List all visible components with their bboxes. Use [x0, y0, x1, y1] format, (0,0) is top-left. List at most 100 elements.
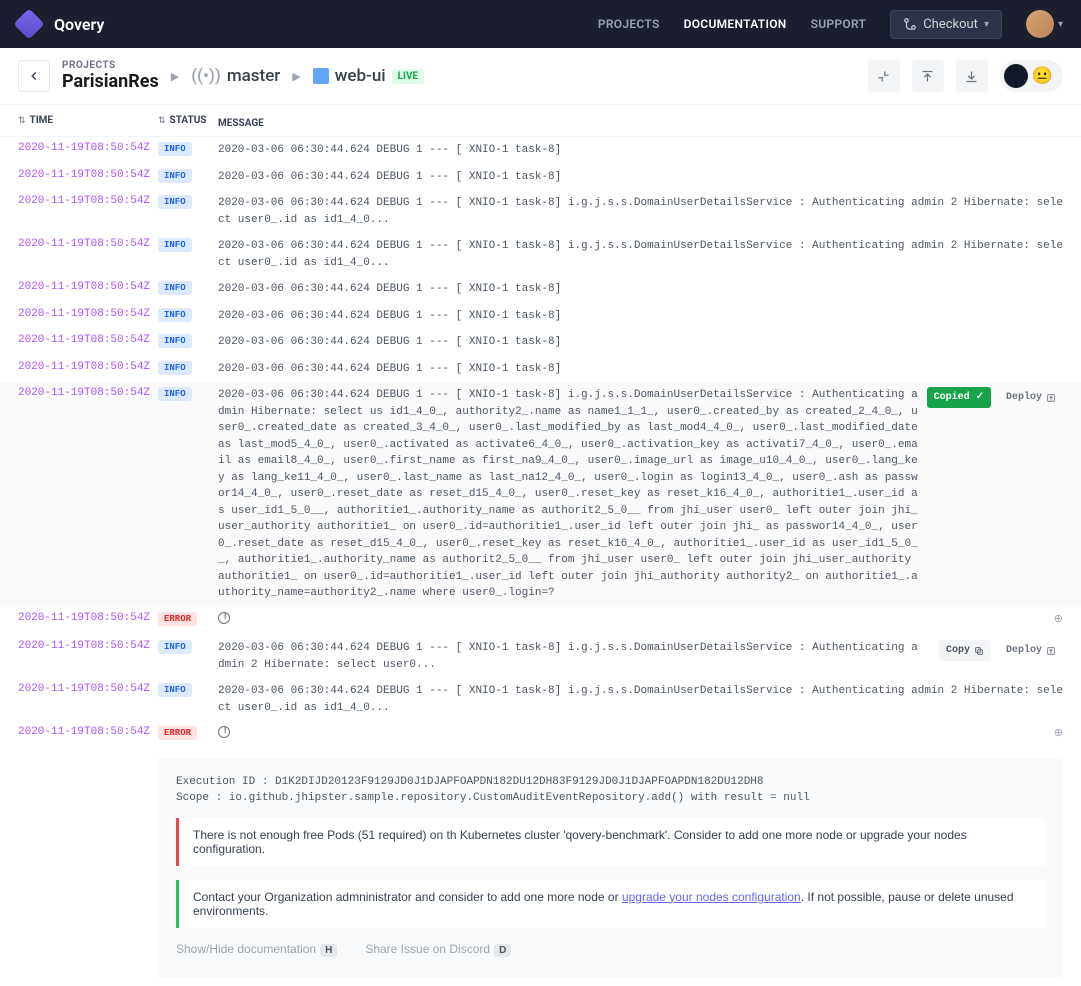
- upload-icon: [1046, 393, 1056, 403]
- log-time: 2020-11-19T08:50:54Z: [18, 640, 158, 652]
- log-message: 2020-03-06 06:30:44.624 DEBUG 1 --- [ XN…: [218, 334, 1063, 351]
- download-button[interactable]: [956, 60, 988, 92]
- project-name[interactable]: ParisianRes: [62, 71, 159, 92]
- log-row[interactable]: 2020-11-19T08:50:54ZINFO2020-03-06 06:30…: [0, 356, 1081, 383]
- neutral-face-icon: 😐: [1032, 66, 1053, 86]
- col-time-header[interactable]: ⇅TIME: [18, 111, 158, 130]
- log-time: 2020-11-19T08:50:54Z: [18, 334, 158, 346]
- download-icon: [964, 69, 979, 84]
- log-time: 2020-11-19T08:50:54Z: [18, 726, 158, 738]
- status-badge: INFO: [158, 281, 192, 295]
- log-message: 2020-03-06 06:30:44.624 DEBUG 1 --- [ XN…: [218, 195, 1063, 228]
- breadcrumb-sep-icon: ▶: [171, 70, 179, 83]
- topbar: Qovery PROJECTS DOCUMENTATION SUPPORT Ch…: [0, 0, 1081, 48]
- nav-support[interactable]: SUPPORT: [811, 17, 867, 31]
- log-status: INFO: [158, 169, 218, 183]
- log-message: 2020-03-06 06:30:44.624 DEBUG 1 --- [ XN…: [218, 169, 1063, 186]
- log-time: 2020-11-19T08:50:54Z: [18, 238, 158, 250]
- expand-icon[interactable]: ⊕: [1054, 612, 1063, 629]
- log-message: 2020-03-06 06:30:44.624 DEBUG 1 --- [ XN…: [218, 640, 1063, 673]
- deploy-button[interactable]: Deploy: [999, 640, 1063, 661]
- chevron-left-icon: [27, 69, 41, 83]
- log-row[interactable]: 2020-11-19T08:50:54ZINFO2020-03-06 06:30…: [0, 678, 1081, 721]
- nav-projects[interactable]: PROJECTS: [598, 17, 660, 31]
- toggle-docs-hint[interactable]: Show/Hide documentationH: [176, 942, 337, 956]
- status-dot-icon: [1004, 64, 1028, 88]
- copy-button[interactable]: Copy: [939, 640, 991, 661]
- log-time: 2020-11-19T08:50:54Z: [18, 612, 158, 624]
- log-row[interactable]: 2020-11-19T08:50:54ZINFO 2020-03-06 06:30…: [0, 164, 1081, 191]
- kbd-d: D: [494, 944, 511, 957]
- status-badge: INFO: [158, 142, 192, 156]
- breadcrumb-sep-icon: ▶: [292, 70, 300, 83]
- minimize-icon: [876, 69, 891, 84]
- log-row[interactable]: 2020-11-19T08:50:54ZERROR⊕: [0, 607, 1081, 636]
- share-discord-hint[interactable]: Share Issue on DiscordD: [365, 942, 511, 956]
- status-badge: ERROR: [158, 726, 197, 740]
- log-row[interactable]: 2020-11-19T08:50:54ZERROR ⊕: [0, 721, 1081, 750]
- log-time: 2020-11-19T08:50:54Z: [18, 195, 158, 207]
- subheader: PROJECTS ParisianRes ▶ ((•)) master ▶ we…: [0, 48, 1081, 104]
- log-message: 2020-03-06 06:30:44.624 DEBUG 1 --- [ XN…: [218, 308, 1063, 325]
- nav-documentation[interactable]: DOCUMENTATION: [684, 17, 787, 31]
- kbd-h: H: [320, 944, 337, 957]
- log-time: 2020-11-19T08:50:54Z: [18, 683, 158, 695]
- deploy-button[interactable]: Deploy: [999, 387, 1063, 408]
- chevron-down-icon: ▾: [1058, 19, 1063, 30]
- upgrade-link[interactable]: upgrade your nodes configuration: [622, 890, 801, 904]
- status-badge: INFO: [158, 308, 192, 322]
- col-status-header[interactable]: ⇅STATUS: [158, 111, 218, 130]
- log-message: ⊕: [218, 726, 1063, 745]
- collapse-button[interactable]: [868, 60, 900, 92]
- back-button[interactable]: [18, 60, 50, 92]
- checkout-label: Checkout: [923, 17, 978, 32]
- row-actions: Copied ✓ Deploy: [927, 387, 1063, 408]
- log-time: 2020-11-19T08:50:54Z: [18, 281, 158, 293]
- log-message: 2020-03-06 06:30:44.624 DEBUG 1 --- [ XN…: [218, 683, 1063, 716]
- log-status: INFO: [158, 238, 218, 252]
- log-row[interactable]: 2020-11-19T08:50:54ZINFO2020-03-06 06:30…: [0, 329, 1081, 356]
- log-row[interactable]: 2020-11-19T08:50:54ZINFO2020-03-06 06:30…: [0, 190, 1081, 233]
- log-row[interactable]: 2020-11-19T08:50:54ZINFO2020-03-06 06:30…: [0, 276, 1081, 303]
- log-row[interactable]: 2020-11-19T08:50:54ZINFO2020-03-06 06:30…: [0, 303, 1081, 330]
- log-status: INFO: [158, 142, 218, 156]
- scroll-top-button[interactable]: [912, 60, 944, 92]
- status-pill[interactable]: 😐: [1000, 60, 1063, 92]
- log-time: 2020-11-19T08:50:54Z: [18, 142, 158, 154]
- warning-icon: [218, 726, 230, 738]
- col-message-header: MESSAGE: [218, 118, 264, 129]
- scope-line: Scope : io.github.jhipster.sample.reposi…: [176, 792, 1045, 804]
- sort-icon: ⇅: [18, 116, 26, 126]
- expand-icon[interactable]: ⊕: [1054, 726, 1063, 743]
- log-row[interactable]: 2020-11-19T08:50:54ZINFO 2020-03-06 06:30…: [0, 137, 1081, 164]
- status-badge: INFO: [158, 169, 192, 183]
- status-badge: INFO: [158, 640, 192, 654]
- cube-icon: [313, 68, 329, 84]
- status-badge: INFO: [158, 361, 192, 375]
- log-time: 2020-11-19T08:50:54Z: [18, 169, 158, 181]
- log-status: INFO: [158, 640, 218, 654]
- branch-crumb[interactable]: ((•)) master: [191, 66, 280, 86]
- brand-name: Qovery: [54, 15, 104, 34]
- status-badge: INFO: [158, 387, 192, 401]
- error-detail-panel: Execution ID : D1K2DIJD20123F9129JD0J1DJ…: [158, 758, 1063, 978]
- copied-button[interactable]: Copied ✓: [927, 387, 991, 408]
- checkout-button[interactable]: Checkout ▾: [890, 10, 1002, 39]
- user-menu[interactable]: ▾: [1026, 10, 1063, 38]
- log-message: 2020-03-06 06:30:44.624 DEBUG 1 --- [ XN…: [218, 238, 1063, 271]
- log-row[interactable]: 2020-11-19T08:50:54ZINFO 2020-03-06 06:30…: [0, 635, 1081, 678]
- app-crumb[interactable]: web-ui LIVE: [313, 66, 424, 86]
- log-status: INFO: [158, 195, 218, 209]
- projects-label: PROJECTS: [62, 60, 159, 71]
- log-message: 2020-03-06 06:30:44.624 DEBUG 1 --- [ XN…: [218, 142, 1063, 159]
- warning-icon: [218, 612, 230, 624]
- arrow-up-bar-icon: [920, 69, 935, 84]
- breadcrumb: PROJECTS ParisianRes ▶ ((•)) master ▶ we…: [18, 60, 424, 92]
- log-status: INFO: [158, 683, 218, 697]
- log-status: ERROR: [158, 726, 218, 740]
- sort-icon: ⇅: [158, 116, 166, 126]
- chevron-down-icon: ▾: [984, 19, 989, 30]
- app-name: web-ui: [335, 66, 386, 86]
- log-row[interactable]: 2020-11-19T08:50:54ZINFO2020-03-06 06:30…: [0, 233, 1081, 276]
- log-row[interactable]: 2020-11-19T08:50:54ZINFO2020-03-06 06:30…: [0, 382, 1081, 607]
